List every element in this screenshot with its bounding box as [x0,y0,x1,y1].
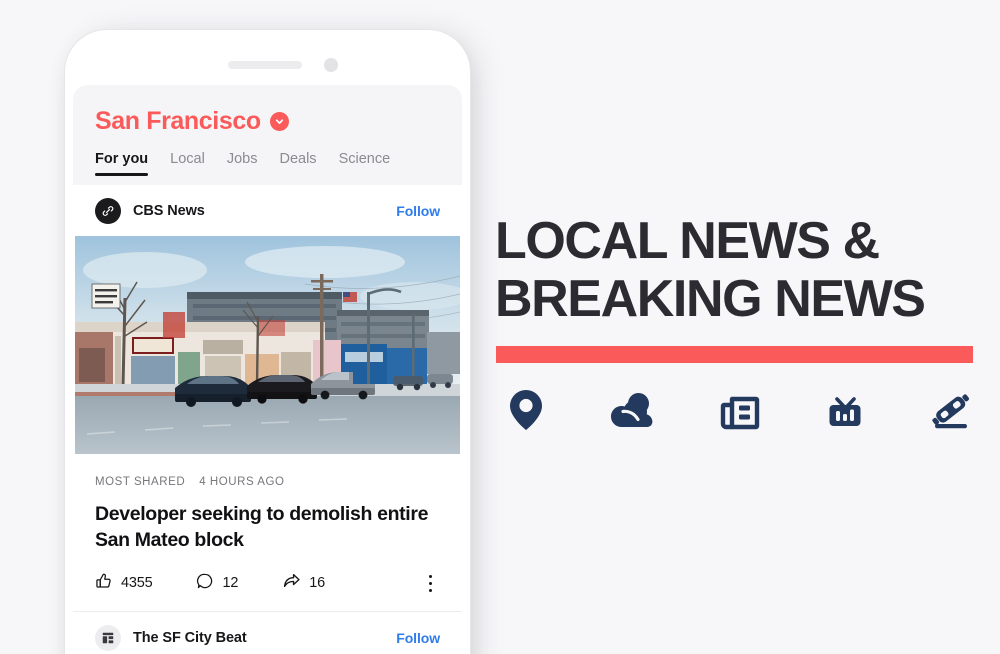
tab-jobs[interactable]: Jobs [227,151,258,176]
article-source-row: CBS News Follow [73,185,462,236]
tab-deals[interactable]: Deals [279,151,316,176]
article-headline[interactable]: Developer seeking to demolish entire San… [95,502,440,553]
comment-bubble-icon [196,572,214,595]
chevron-down-icon[interactable] [269,112,289,131]
tab-local[interactable]: Local [170,151,205,176]
speaker-grille-icon [228,61,302,69]
follow-button[interactable]: Follow [396,203,440,219]
tab-for-you[interactable]: For you [95,151,149,176]
category-tabs: For you Local Jobs Deals Science [95,151,440,176]
phone-screen: San Francisco For you Local Jobs Deals S… [73,85,462,654]
share-count: 16 [309,575,325,592]
follow-button[interactable]: Follow [396,630,440,646]
accent-underline [496,346,973,363]
share-arrow-icon [282,571,301,595]
city-selector[interactable]: San Francisco [95,109,440,134]
like-button[interactable]: 4355 [95,572,153,595]
thumbs-up-icon [95,572,113,595]
promo-panel: LOCAL NEWS & BREAKING NEWS [495,0,1000,654]
feature-icon-row [495,381,982,439]
comment-count: 12 [222,575,239,592]
comment-button[interactable]: 12 [196,572,238,595]
meta-tag: MOST SHARED [95,476,186,488]
article-source-row: The SF City Beat Follow [73,612,462,654]
source-name: CBS News [133,203,205,219]
newspaper-icon [708,381,770,439]
app-header: San Francisco For you Local Jobs Deals S… [73,85,462,185]
article-meta: MOST SHARED 4 HOURS AGO [95,476,440,488]
like-count: 4355 [121,575,153,592]
location-pin-icon [495,381,557,439]
link-chain-icon [95,198,121,224]
city-name: San Francisco [95,107,261,135]
traffic-icon [920,381,982,439]
cloud-weather-icon [601,381,663,439]
promo-title: LOCAL NEWS & BREAKING NEWS [495,212,995,328]
article-body: MOST SHARED 4 HOURS AGO Developer seekin… [73,454,462,611]
newspaper-layout-icon [95,625,121,652]
kebab-menu-icon[interactable] [428,574,440,593]
front-camera-icon [324,58,338,72]
promo-title-line-1: LOCAL NEWS & [495,212,880,270]
engagement-row: 4355 12 16 [95,571,440,611]
tab-science[interactable]: Science [339,151,391,176]
article-image[interactable] [75,236,460,454]
share-button[interactable]: 16 [282,571,325,595]
promo-title-line-2: BREAKING NEWS [495,270,926,329]
phone-mockup: San Francisco For you Local Jobs Deals S… [65,30,470,654]
source-name: The SF City Beat [133,630,247,647]
tv-broadcast-icon [814,381,876,439]
screenshot-canvas: San Francisco For you Local Jobs Deals S… [0,0,1000,654]
meta-time: 4 HOURS AGO [199,476,285,488]
